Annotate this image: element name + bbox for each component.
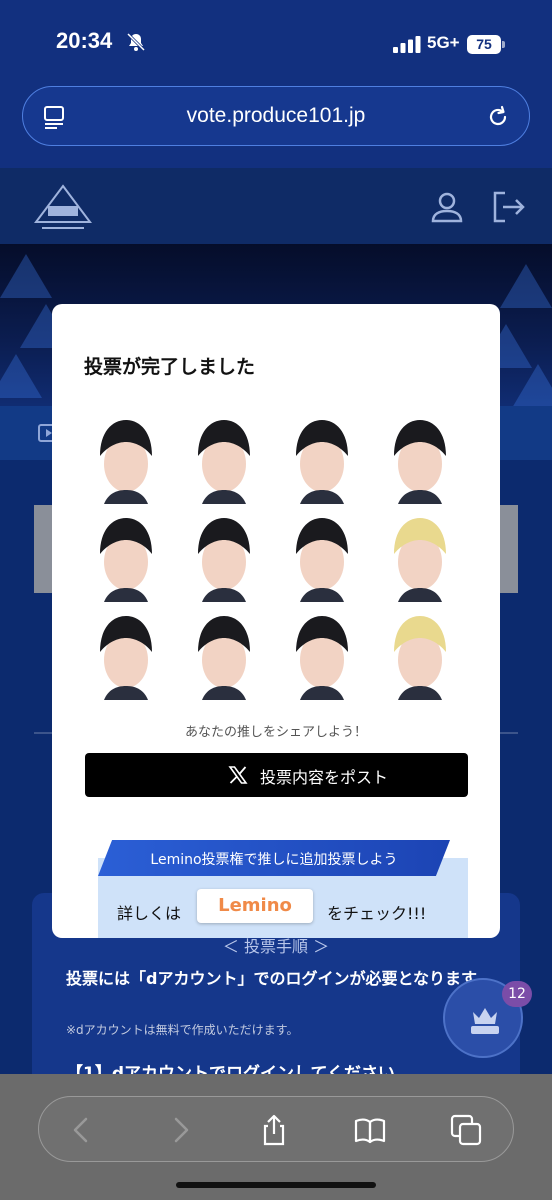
banner-decoration <box>0 254 52 298</box>
produce101-logo[interactable] <box>34 184 92 232</box>
vote-complete-modal: 投票が完了しました あなたの推しをシェアしよう！ 投票内容をポスト Lemino… <box>52 304 500 938</box>
member-photo <box>394 616 446 700</box>
bell-off-icon <box>126 32 146 52</box>
post-vote-button[interactable]: 投票内容をポスト <box>85 753 468 797</box>
member-photo <box>100 518 152 602</box>
crown-icon <box>471 1008 499 1034</box>
check-label: をチェック!!! <box>327 904 427 923</box>
member-photo <box>100 420 152 504</box>
detail-label: 詳しくは <box>117 904 182 923</box>
post-button-label: 投票内容をポスト <box>260 768 389 787</box>
member-photo <box>394 420 446 504</box>
member-photo <box>296 420 348 504</box>
browser-toolbar <box>0 1074 552 1200</box>
user-account-icon[interactable] <box>428 188 466 226</box>
status-bar: 20:34 5G+ 75 <box>0 0 552 84</box>
battery-indicator: 75 <box>467 35 501 54</box>
tabs-icon[interactable] <box>449 1113 483 1147</box>
member-photo <box>394 518 446 602</box>
back-icon[interactable] <box>65 1113 99 1147</box>
banner-decoration <box>500 264 552 308</box>
member-photo <box>198 616 250 700</box>
bookmarks-icon[interactable] <box>353 1113 387 1147</box>
home-indicator <box>176 1182 376 1188</box>
lemino-ribbon-text: Lemino投票権で推しに追加投票しよう <box>150 852 398 868</box>
browser-address-area: vote.produce101.jp <box>0 84 552 168</box>
member-photo <box>296 518 348 602</box>
share-prompt: あなたの推しをシェアしよう！ <box>184 725 367 740</box>
status-time: 20:34 <box>56 28 113 53</box>
lemino-logo-button[interactable]: Lemino <box>197 889 313 923</box>
reload-icon[interactable] <box>485 104 511 130</box>
free-account-note: ※dアカウントは無料で作成いただけます。 <box>66 1023 299 1037</box>
address-bar[interactable]: vote.produce101.jp <box>22 86 530 146</box>
signal-icon <box>393 36 421 53</box>
member-photo <box>198 420 250 504</box>
toolbar-pill <box>38 1096 514 1162</box>
member-photo <box>100 616 152 700</box>
url-text: vote.produce101.jp <box>186 104 366 127</box>
battery-nub <box>502 41 505 48</box>
share-icon[interactable] <box>257 1113 291 1147</box>
member-photo <box>296 616 348 700</box>
modal-title: 投票が完了しました <box>84 356 256 378</box>
logout-icon[interactable] <box>489 188 527 226</box>
banner-decoration <box>0 354 42 398</box>
site-header <box>0 168 552 244</box>
x-logo-icon <box>228 766 248 784</box>
login-required-text: 投票には「dアカウント」でのログインが必要となります。 <box>66 969 492 988</box>
forward-icon[interactable] <box>163 1113 197 1147</box>
lemino-ribbon: Lemino投票権で推しに追加投票しよう <box>98 840 450 876</box>
banner-decoration <box>512 364 552 406</box>
notification-badge: 12 <box>502 981 532 1007</box>
network-label: 5G+ <box>427 33 460 52</box>
member-photo <box>198 518 250 602</box>
